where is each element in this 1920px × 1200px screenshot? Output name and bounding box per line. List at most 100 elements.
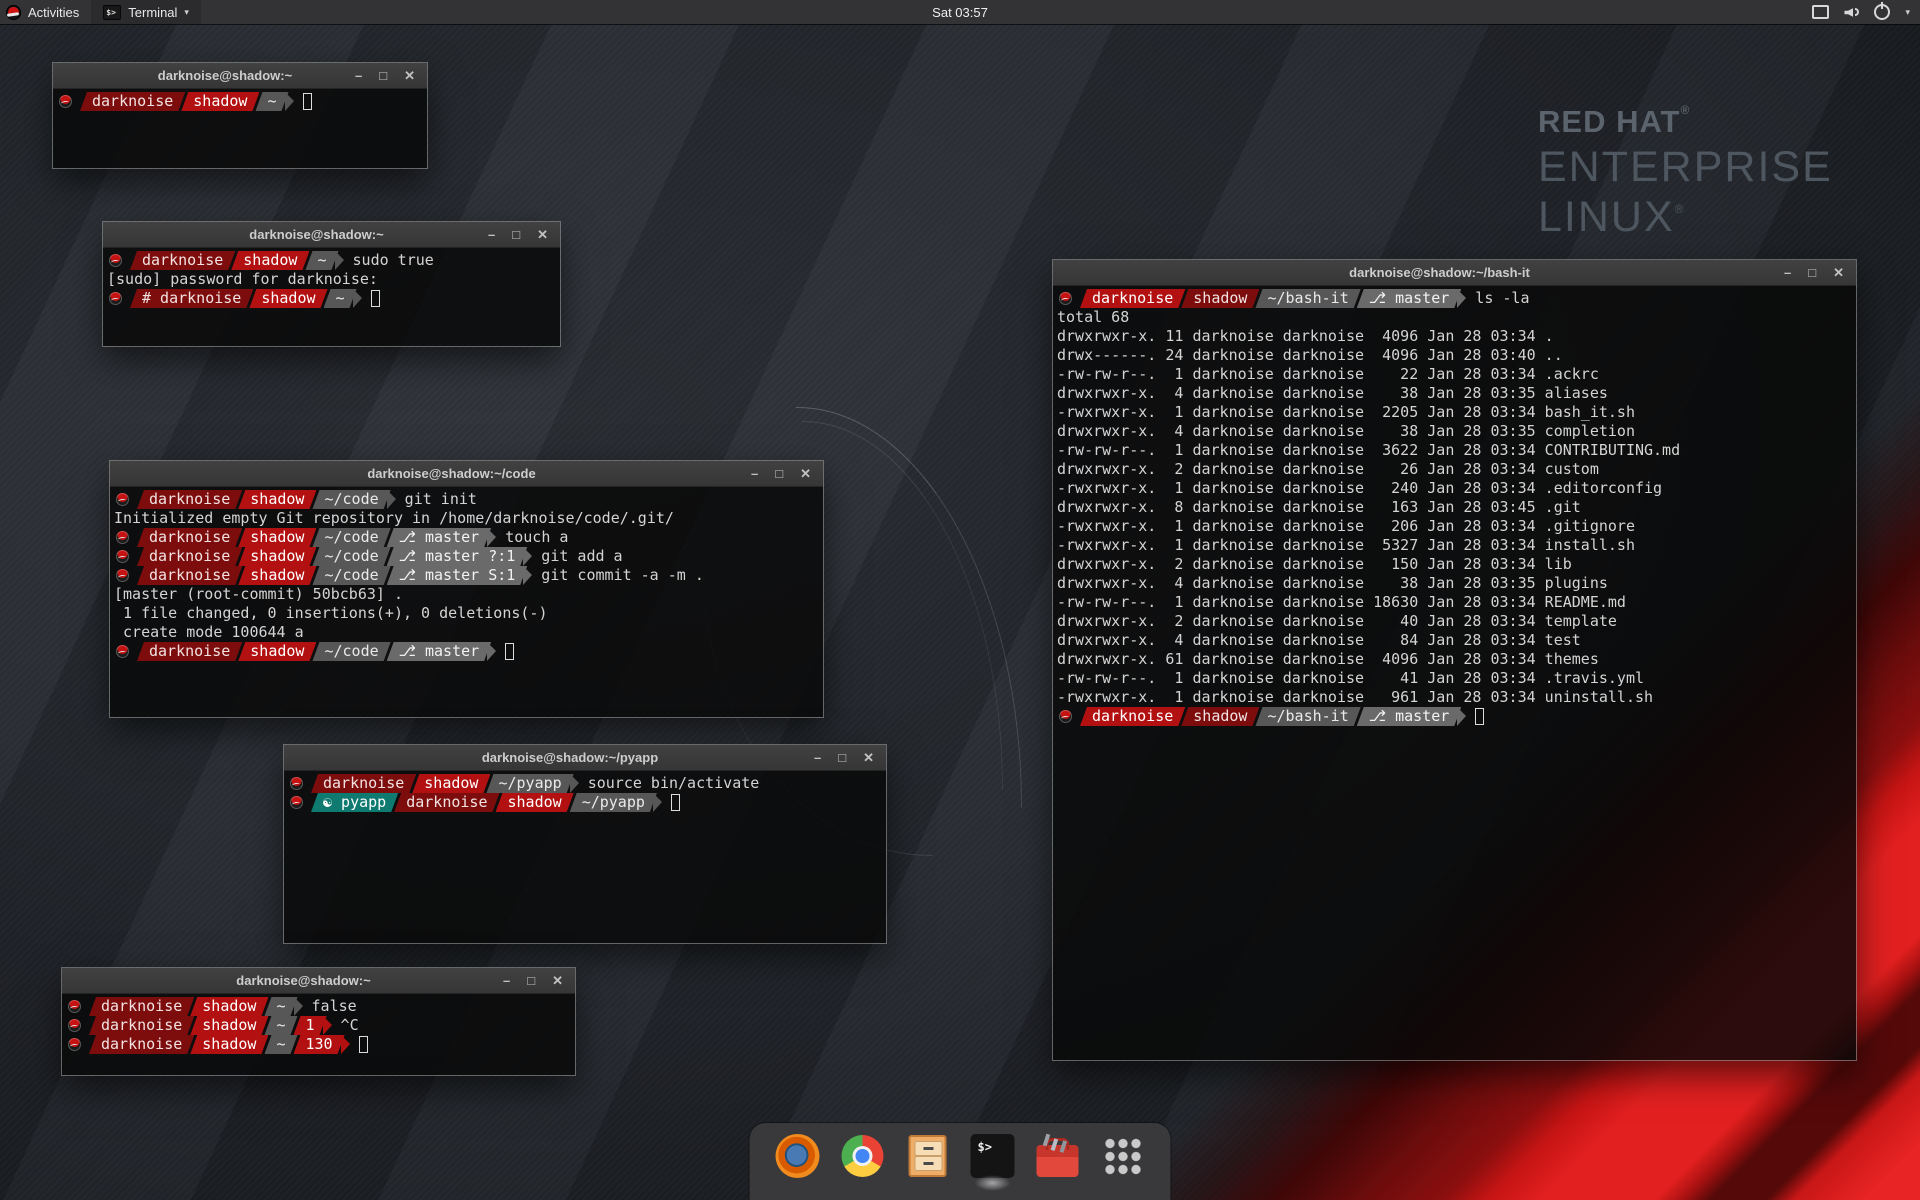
minimize-button[interactable]: –	[814, 745, 821, 770]
window-title: darknoise@shadow:~	[163, 222, 470, 247]
terminal-line: darknoiseshadow~1 ^C	[66, 1016, 571, 1035]
status-area[interactable]: ▾	[1812, 0, 1910, 24]
terminal-line: -rwxrwxr-x. 1 darknoise darknoise 2205 J…	[1057, 403, 1852, 422]
terminal-line: -rw-rw-r--. 1 darknoise darknoise 3622 J…	[1057, 441, 1852, 460]
terminal-text: -rwxrwxr-x. 1 darknoise darknoise 206 Ja…	[1057, 517, 1545, 536]
prompt-segment: darknoise	[1080, 289, 1185, 308]
minimize-button[interactable]: –	[503, 968, 510, 993]
terminal-body[interactable]: darknoiseshadow~/bash-it⎇ master ls -lat…	[1053, 286, 1856, 1060]
dock-item-chrome[interactable]	[841, 1134, 885, 1178]
terminal-text	[350, 1035, 359, 1054]
close-button[interactable]: ✕	[1833, 260, 1844, 285]
minimize-button[interactable]: –	[355, 63, 362, 88]
activities-button[interactable]: Activities	[0, 0, 91, 24]
terminal-text: drwxrwxr-x. 4 darknoise darknoise 38 Jan…	[1057, 422, 1545, 441]
firefox-icon	[776, 1134, 820, 1178]
window-titlebar[interactable]: darknoise@shadow:~/pyapp – □ ✕	[284, 745, 886, 771]
prompt-redhat-icon	[68, 1000, 81, 1013]
prompt-segment: shadow	[412, 774, 490, 793]
close-button[interactable]: ✕	[552, 968, 563, 993]
window-titlebar[interactable]: darknoise@shadow:~ – □ ✕	[53, 63, 427, 89]
terminal-line: -rwxrwxr-x. 1 darknoise darknoise 240 Ja…	[1057, 479, 1852, 498]
terminal-text: git commit -a -m .	[532, 566, 704, 585]
terminal-text: -rwxrwxr-x. 1 darknoise darknoise 240 Ja…	[1057, 479, 1545, 498]
minimize-button[interactable]: –	[488, 222, 495, 247]
prompt-segment: ~/code	[312, 490, 390, 509]
dock-item-app-grid[interactable]	[1101, 1134, 1145, 1178]
menu-caret-icon: ▾	[1905, 7, 1910, 18]
terminal-line: drwxrwxr-x. 2 darknoise darknoise 40 Jan…	[1057, 612, 1852, 631]
prompt-redhat-icon	[59, 95, 72, 108]
terminal-line: darknoiseshadow~ false	[66, 997, 571, 1016]
window-title: darknoise@shadow:~	[113, 63, 337, 88]
terminal-text	[362, 289, 371, 308]
terminal-text: .git	[1545, 498, 1581, 517]
dock-item-toolbox[interactable]	[1036, 1134, 1080, 1178]
prompt-segment: ~/code	[312, 547, 390, 566]
maximize-button[interactable]: □	[775, 461, 783, 486]
terminal-window: darknoise@shadow:~ – □ ✕ darknoiseshadow…	[103, 222, 560, 346]
prompt-redhat-icon	[116, 569, 129, 582]
window-titlebar[interactable]: darknoise@shadow:~ – □ ✕	[62, 968, 575, 994]
minimize-button[interactable]: –	[751, 461, 758, 486]
prompt-segment: ~	[264, 1035, 297, 1054]
close-button[interactable]: ✕	[537, 222, 548, 247]
terminal-line: darknoiseshadow~/bash-it⎇ master ls -la	[1057, 289, 1852, 308]
terminal-body[interactable]: darknoiseshadow~/code git initInitialize…	[110, 487, 823, 717]
prompt-redhat-icon	[109, 292, 122, 305]
prompt-redhat-icon	[116, 493, 129, 506]
terminal-text: drwxrwxr-x. 8 darknoise darknoise 163 Ja…	[1057, 498, 1545, 517]
prompt-segment: shadow	[238, 547, 316, 566]
terminal-line: # darknoiseshadow~	[107, 289, 556, 308]
dock-item-terminal[interactable]: $>	[971, 1134, 1015, 1178]
terminal-cursor	[303, 93, 312, 110]
close-button[interactable]: ✕	[863, 745, 874, 770]
terminal-body[interactable]: darknoiseshadow~ sudo true[sudo] passwor…	[103, 248, 560, 346]
prompt-segment: shadow	[190, 997, 268, 1016]
dock-item-files[interactable]	[906, 1134, 950, 1178]
terminal-text: -rw-rw-r--. 1 darknoise darknoise 3622 J…	[1057, 441, 1680, 460]
maximize-button[interactable]: □	[838, 745, 846, 770]
prompt-segment: shadow	[231, 251, 309, 270]
terminal-text: [sudo] password for darknoise:	[107, 270, 378, 289]
window-titlebar[interactable]: darknoise@shadow:~/bash-it – □ ✕	[1053, 260, 1856, 286]
prompt-segment: darknoise	[1080, 707, 1185, 726]
maximize-button[interactable]: □	[512, 222, 520, 247]
prompt-redhat-icon	[290, 796, 303, 809]
window-titlebar[interactable]: darknoise@shadow:~/code – □ ✕	[110, 461, 823, 487]
terminal-cursor	[1475, 708, 1484, 725]
maximize-button[interactable]: □	[1808, 260, 1816, 285]
terminal-text: total 68	[1057, 308, 1129, 327]
terminal-text: ..	[1545, 346, 1563, 365]
terminal-text: source bin/activate	[579, 774, 760, 793]
prompt-segment: darknoise	[137, 490, 242, 509]
terminal-body[interactable]: darknoiseshadow~ falsedarknoiseshadow~1 …	[62, 994, 575, 1075]
prompt-segment: shadow	[238, 566, 316, 585]
window-title: darknoise@shadow:~/code	[170, 461, 733, 486]
terminal-body[interactable]: darknoiseshadow~	[53, 89, 427, 168]
terminal-body[interactable]: darknoiseshadow~/pyapp source bin/activa…	[284, 771, 886, 943]
maximize-button[interactable]: □	[379, 63, 387, 88]
terminal-window: darknoise@shadow:~/code – □ ✕ darknoise s…	[110, 461, 823, 717]
dock-item-firefox[interactable]	[776, 1134, 820, 1178]
window-titlebar[interactable]: darknoise@shadow:~ – □ ✕	[103, 222, 560, 248]
terminal-line: ☯ pyappdarknoiseshadow~/pyapp	[288, 793, 882, 812]
prompt-segment: ⎇ master	[1357, 289, 1462, 308]
close-button[interactable]: ✕	[404, 63, 415, 88]
terminal-text: drwxrwxr-x. 4 darknoise darknoise 38 Jan…	[1057, 384, 1545, 403]
prompt-segment: shadow	[190, 1016, 268, 1035]
maximize-button[interactable]: □	[527, 968, 535, 993]
close-button[interactable]: ✕	[800, 461, 811, 486]
terminal-text: drwx------. 24 darknoise darknoise 4096 …	[1057, 346, 1545, 365]
terminal-line: drwxrwxr-x. 2 darknoise darknoise 26 Jan…	[1057, 460, 1852, 479]
terminal-line: darknoiseshadow~130	[66, 1035, 571, 1054]
prompt-redhat-icon	[290, 777, 303, 790]
minimize-button[interactable]: –	[1784, 260, 1791, 285]
clock[interactable]: Sat 03:57	[932, 5, 988, 20]
logo-line-redhat: RED HAT®	[1538, 104, 1833, 137]
terminal-text: aliases	[1545, 384, 1608, 403]
app-menu-terminal[interactable]: $> Terminal ▾	[91, 0, 201, 24]
dock: $>	[750, 1123, 1171, 1200]
terminal-cursor	[671, 794, 680, 811]
prompt-segment: ⎇ master	[1357, 707, 1462, 726]
